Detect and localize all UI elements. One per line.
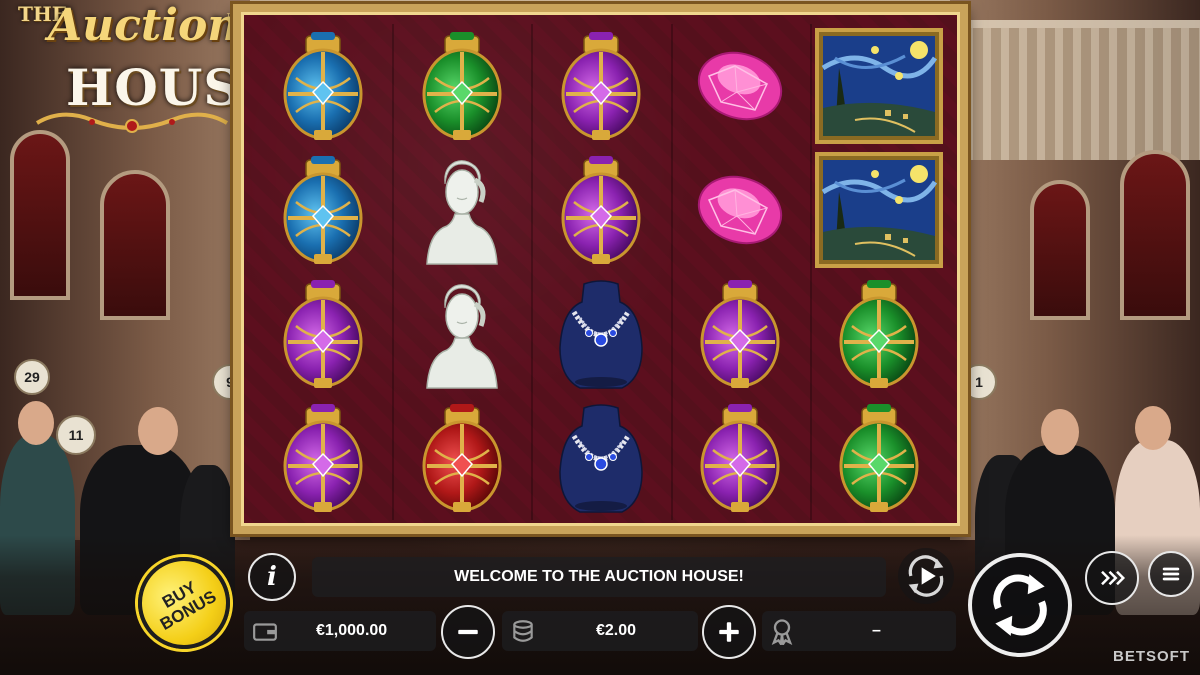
reel-divider xyxy=(392,24,395,520)
coin-stack-icon xyxy=(513,620,533,642)
pink-gem-icon xyxy=(698,51,783,121)
message-text: WELCOME TO THE AUCTION HOUSE! xyxy=(454,568,744,585)
reel-symbol-green-egg xyxy=(392,24,531,148)
red-egg-icon xyxy=(422,404,502,512)
bid-paddle: 11 xyxy=(56,415,96,455)
minus-icon xyxy=(458,629,478,635)
marble-bust-icon xyxy=(425,160,498,265)
reel-symbol-purple-egg xyxy=(531,24,670,148)
reel-grid xyxy=(253,24,949,520)
green-egg-icon xyxy=(839,404,919,512)
reel-symbol-blue-egg xyxy=(253,24,392,148)
blue-egg-icon xyxy=(283,156,363,264)
autoplay-icon xyxy=(908,555,944,597)
audience-head xyxy=(1041,409,1079,455)
blue-egg-icon xyxy=(283,32,363,140)
green-egg-icon xyxy=(422,32,502,140)
reel-symbol-purple-egg xyxy=(253,272,392,396)
reel-symbol-green-egg xyxy=(810,272,949,396)
pink-gem-icon xyxy=(698,175,783,245)
purple-egg-icon xyxy=(561,32,641,140)
audience-head xyxy=(18,401,54,445)
audience-head xyxy=(1135,406,1171,450)
reel-symbol-purple-egg xyxy=(671,396,810,520)
hamburger-menu-icon xyxy=(1162,567,1180,581)
reel-divider xyxy=(670,24,673,520)
reel-symbol-green-egg xyxy=(810,396,949,520)
bet-value: €2.00 xyxy=(596,622,637,639)
logo-auction-text: Auction xyxy=(48,0,240,51)
marble-bust-icon xyxy=(425,284,498,389)
reel-symbol-red-egg xyxy=(392,396,531,520)
purple-egg-icon xyxy=(561,156,641,264)
purple-egg-icon xyxy=(700,280,780,388)
reel-symbol-sapphire-necklace xyxy=(531,396,670,520)
purple-egg-icon xyxy=(283,280,363,388)
spin-icon xyxy=(993,574,1047,636)
starry-night-painting-icon xyxy=(815,28,944,144)
menu-button[interactable] xyxy=(1148,551,1194,597)
balance-display: €1,000.00 xyxy=(244,611,436,651)
bet-display: €2.00 xyxy=(502,611,698,651)
purple-egg-icon xyxy=(283,404,363,512)
reel-symbol-purple-egg xyxy=(671,272,810,396)
plus-icon xyxy=(719,622,739,642)
reel-symbol-pink-gem xyxy=(671,24,810,148)
right-arch-1 xyxy=(1120,150,1190,320)
logo-ornament-icon xyxy=(35,112,229,133)
reel-divider xyxy=(531,24,534,520)
reel-symbol-purple-egg xyxy=(253,396,392,520)
spin-button[interactable] xyxy=(968,553,1072,657)
reel-symbol-blue-egg xyxy=(253,148,392,272)
reel-symbol-marble-bust xyxy=(392,272,531,396)
autoplay-button[interactable] xyxy=(898,548,954,604)
win-display: – xyxy=(762,611,956,651)
bid-paddle: 29 xyxy=(14,359,50,395)
reel-symbol-sapphire-necklace xyxy=(531,272,670,396)
reel-symbol-starry-night-painting xyxy=(810,148,949,272)
message-bar: WELCOME TO THE AUCTION HOUSE! xyxy=(312,557,886,597)
decrease-bet-button[interactable] xyxy=(441,605,495,659)
balcony-railing xyxy=(965,20,1200,160)
left-arch-1 xyxy=(10,130,70,300)
buy-bonus-label: BUY BONUS xyxy=(156,577,220,634)
left-arch-2 xyxy=(100,170,170,320)
purple-egg-icon xyxy=(700,404,780,512)
right-arch-2 xyxy=(1030,180,1090,320)
balance-value: €1,000.00 xyxy=(316,622,388,639)
green-egg-icon xyxy=(839,280,919,388)
sapphire-necklace-icon xyxy=(559,280,643,389)
starry-night-painting-icon xyxy=(815,152,944,268)
info-button[interactable]: i xyxy=(248,553,296,601)
fast-forward-icon xyxy=(1101,570,1126,586)
provider-logo: BETSOFT xyxy=(1113,648,1190,665)
reel-symbol-purple-egg xyxy=(531,148,670,272)
info-icon: i xyxy=(267,562,277,592)
turbo-button[interactable] xyxy=(1085,551,1139,605)
game-logo: THE Auction HOUSE ™ xyxy=(8,0,279,145)
wallet-icon xyxy=(253,623,277,641)
reel-frame xyxy=(233,4,968,534)
reel-symbol-pink-gem xyxy=(671,148,810,272)
sapphire-necklace-icon xyxy=(559,404,643,513)
reel-symbol-starry-night-painting xyxy=(810,24,949,148)
reel-symbol-marble-bust xyxy=(392,148,531,272)
win-value: – xyxy=(872,622,881,639)
increase-bet-button[interactable] xyxy=(702,605,756,659)
award-badge-icon xyxy=(771,619,793,645)
audience-head xyxy=(138,407,178,455)
reel-divider xyxy=(809,24,812,520)
